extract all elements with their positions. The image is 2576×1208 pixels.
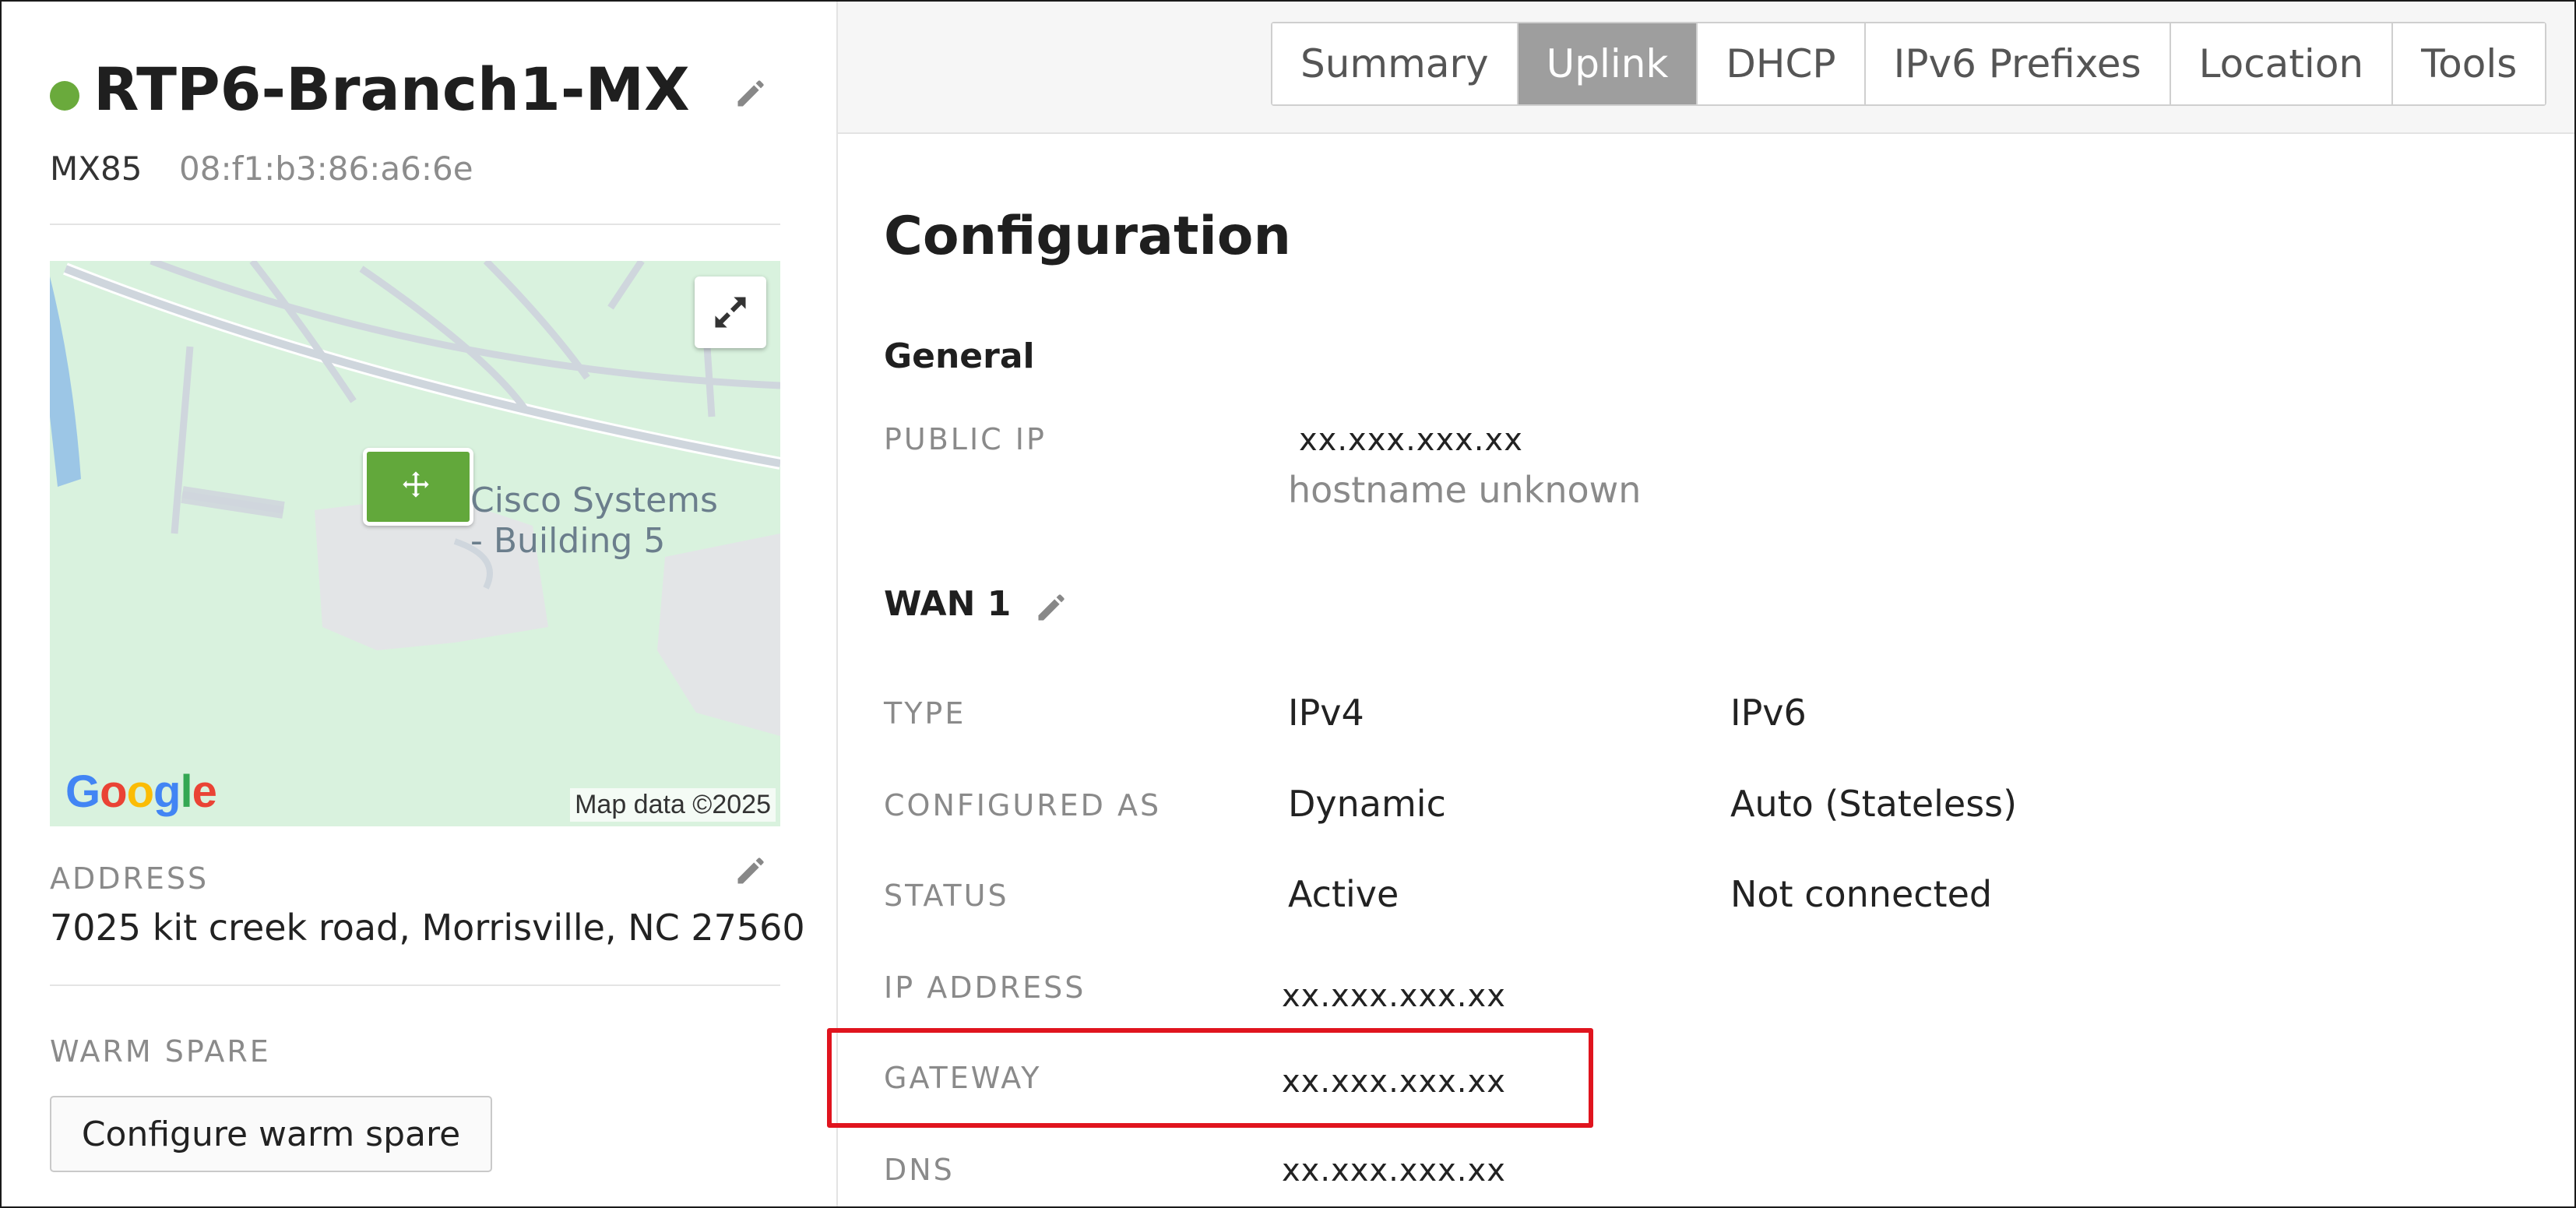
- type-ipv4-value: IPv4: [1288, 692, 1364, 734]
- warm-spare-label: WARM SPARE: [50, 1034, 271, 1069]
- wan1-section-title: WAN 1: [884, 584, 1012, 624]
- expand-arrows-icon: [715, 297, 746, 328]
- type-label: TYPE: [884, 696, 966, 731]
- edit-name-pencil-icon[interactable]: [734, 76, 768, 111]
- map-place-label-line1: Cisco Systems: [470, 481, 718, 520]
- tab-ipv6-prefixes[interactable]: IPv6 Prefixes: [1863, 23, 2170, 104]
- status-online-indicator: [50, 81, 79, 111]
- device-mac-address: 08:f1:b3:86:a6:6e: [179, 150, 473, 188]
- ip-address-label: IP ADDRESS: [884, 970, 1086, 1005]
- expand-map-button[interactable]: [695, 276, 766, 348]
- divider: [50, 224, 780, 225]
- general-section-title: General: [884, 336, 1035, 376]
- gateway-highlight-box: [827, 1028, 1593, 1128]
- configured-as-ipv6-value: Auto (Stateless): [1730, 783, 2018, 825]
- tab-group: Summary Uplink DHCP IPv6 Prefixes Locati…: [1271, 22, 2547, 106]
- divider: [50, 984, 780, 986]
- address-label: ADDRESS: [50, 861, 209, 896]
- status-ipv4-value: Active: [1288, 873, 1399, 915]
- status-label: STATUS: [884, 879, 1009, 913]
- google-logo: Google: [65, 766, 217, 817]
- tab-tools[interactable]: Tools: [2391, 23, 2546, 104]
- tab-uplink[interactable]: Uplink: [1516, 23, 1697, 104]
- move-arrows-icon: [403, 471, 429, 498]
- public-ip-value: xx.xxx.xxx.xx: [1299, 422, 1523, 458]
- device-details-window: RTP6-Branch1-MX MX85 08:f1:b3:86:a6:6e C…: [0, 0, 2576, 1208]
- device-model: MX85: [50, 150, 143, 188]
- configured-as-label: CONFIGURED AS: [884, 788, 1162, 822]
- configured-as-ipv4-value: Dynamic: [1288, 783, 1446, 825]
- map-place-label-line2: - Building 5: [470, 521, 666, 561]
- type-ipv6-value: IPv6: [1730, 692, 1807, 734]
- status-ipv6-value: Not connected: [1730, 873, 1993, 915]
- device-map-marker[interactable]: [363, 448, 473, 526]
- device-sidebar: RTP6-Branch1-MX MX85 08:f1:b3:86:a6:6e C…: [2, 2, 838, 1206]
- device-name: RTP6-Branch1-MX: [93, 55, 690, 124]
- configuration-title: Configuration: [884, 206, 1291, 267]
- location-map[interactable]: Cisco Systems - Building 5 Google Map da…: [50, 261, 780, 826]
- ip-address-value: xx.xxx.xxx.xx: [1282, 978, 1506, 1014]
- tab-location[interactable]: Location: [2169, 23, 2392, 104]
- dns-value: xx.xxx.xxx.xx: [1282, 1153, 1506, 1189]
- map-place-label: Cisco Systems - Building 5: [470, 481, 751, 562]
- map-attribution[interactable]: Map data ©2025: [570, 788, 776, 822]
- address-value: 7025 kit creek road, Morrisville, NC 275…: [50, 907, 805, 949]
- public-ip-hostname: hostname unknown: [1288, 469, 1642, 511]
- public-ip-label: PUBLIC IP: [884, 422, 1047, 456]
- configure-warm-spare-button[interactable]: Configure warm spare: [50, 1096, 492, 1172]
- edit-address-pencil-icon[interactable]: [734, 854, 768, 888]
- tab-dhcp[interactable]: DHCP: [1696, 23, 1864, 104]
- edit-wan1-pencil-icon[interactable]: [1034, 590, 1068, 625]
- dns-label: DNS: [884, 1153, 955, 1187]
- tab-summary[interactable]: Summary: [1272, 23, 1517, 104]
